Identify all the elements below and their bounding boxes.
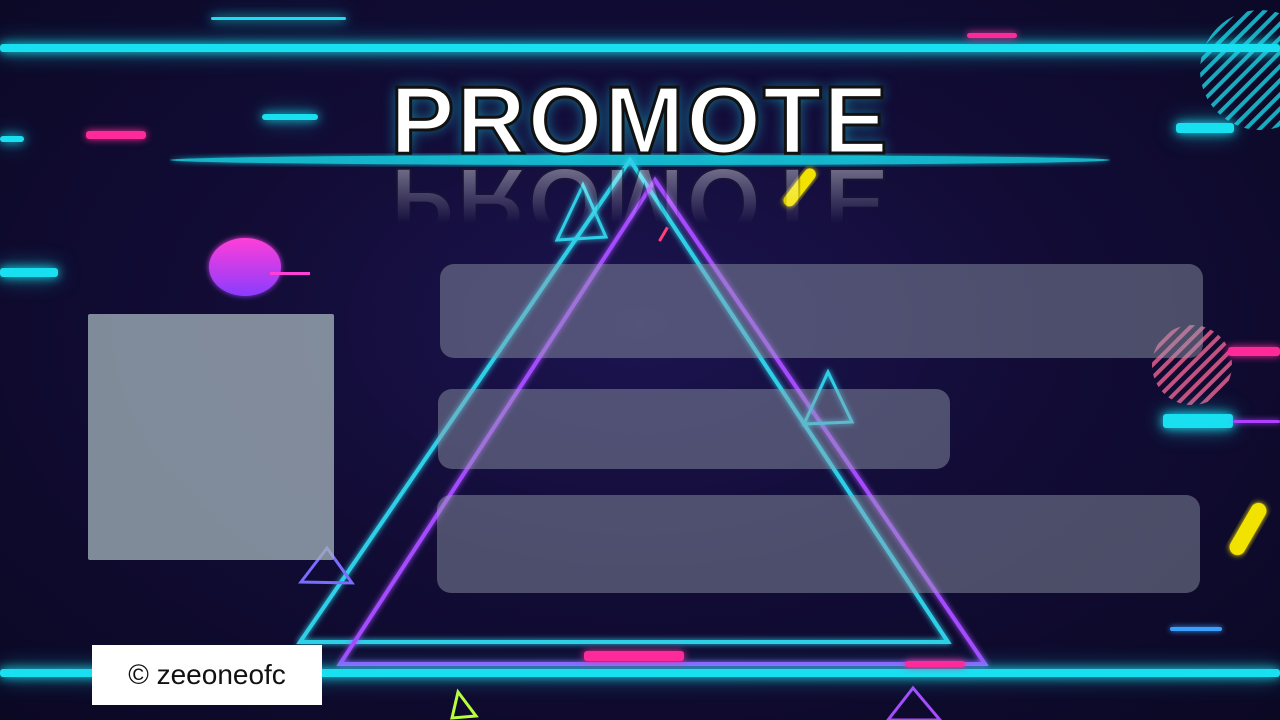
neon-line-top [0,44,1280,52]
banner-title: PROMOTE [389,66,890,176]
text-bar-1 [440,264,1203,358]
neon-dash [1163,414,1233,428]
neon-dash [211,17,346,20]
image-placeholder [88,314,334,560]
text-bar-3 [437,495,1200,593]
title-area: PROMOTE PROMOTE [0,60,1280,257]
neon-dash [584,651,684,661]
watermark-label: © zeeoneofc [92,645,322,705]
neon-dash [1233,420,1280,423]
neon-dash [0,268,58,277]
neon-dash [905,661,965,667]
text-bar-2 [438,389,950,469]
neon-dash [1170,627,1222,631]
neon-dash [967,33,1017,38]
neon-dash [1228,347,1280,356]
